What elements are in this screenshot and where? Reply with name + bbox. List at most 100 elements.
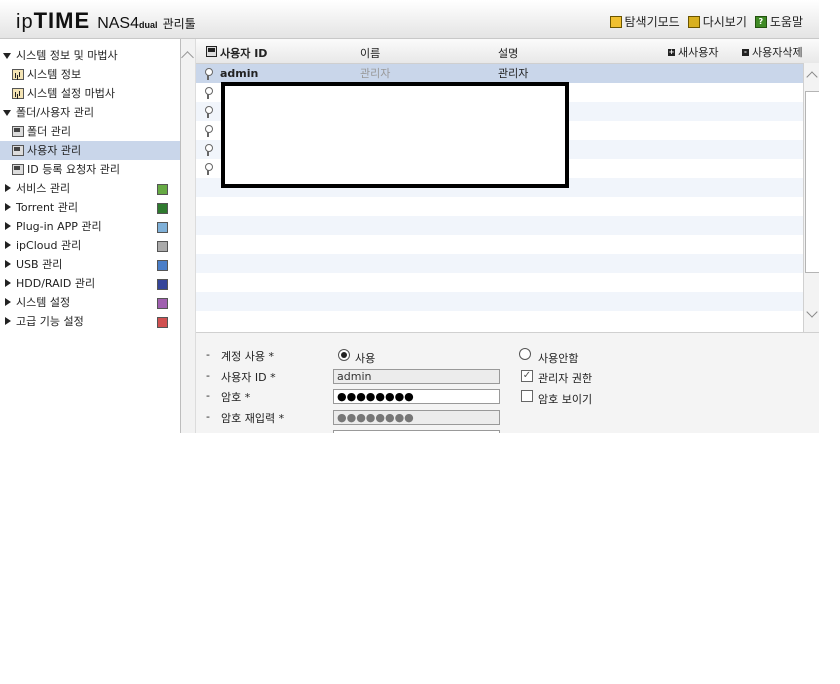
show-password-checkbox[interactable]	[521, 390, 533, 402]
cell-description: 관리자	[498, 67, 529, 80]
picture-icon	[206, 46, 217, 57]
chart-icon	[12, 88, 24, 99]
account-use-label: 계정 사용 *	[206, 348, 274, 364]
explorer-icon	[609, 15, 622, 28]
sidebar-item-folder-user[interactable]: 폴더/사용자 관리	[0, 103, 180, 122]
sidebar-item-label: 시스템 설정	[16, 296, 71, 309]
torrent-icon	[157, 203, 168, 214]
iptime-logo: ipTIME NAS4dual 관리툴	[16, 8, 196, 34]
logo-nas: NAS4	[97, 15, 139, 32]
admin-right-checkbox[interactable]: ✓	[521, 370, 533, 382]
hdd-icon	[157, 279, 168, 290]
sidebar-item-label: ipCloud 관리	[16, 239, 82, 252]
advanced-icon	[157, 317, 168, 328]
sidebar-item-label: 시스템 설정 마법사	[27, 87, 115, 100]
help-label: 도움말	[769, 15, 803, 29]
delete-user-button[interactable]: - 사용자삭제	[742, 44, 803, 60]
collapse-arrow-icon	[5, 222, 11, 230]
sidebar-item-label: 폴더/사용자 관리	[16, 106, 95, 119]
expand-arrow-icon	[3, 110, 11, 116]
help-icon: ?	[754, 15, 767, 28]
password-field[interactable]	[333, 389, 500, 404]
account-use-radio-on[interactable]	[338, 349, 350, 361]
show-password-label: 암호 보이기	[538, 393, 593, 406]
sidebar-item-system-settings[interactable]: 시스템 설정	[0, 293, 180, 312]
sidebar-item-user-manage[interactable]: 사용자 관리	[0, 141, 180, 160]
chart-icon	[12, 69, 24, 80]
logo-manager: 관리툴	[162, 17, 196, 31]
admin-right-label: 관리자 권한	[538, 372, 593, 385]
cell-name: 관리자	[360, 67, 391, 80]
header-links: 탐색기모드 다시보기 ? 도움말	[609, 13, 803, 30]
minus-icon: -	[742, 48, 749, 56]
chevron-up-icon	[181, 51, 194, 64]
redaction-box	[221, 82, 569, 188]
delete-user-label: 사용자삭제	[752, 46, 803, 59]
user-icon	[205, 163, 213, 175]
collapse-arrow-icon	[5, 203, 11, 211]
sidebar-item-service[interactable]: 서비스 관리	[0, 179, 180, 198]
user-id-field[interactable]	[333, 369, 500, 384]
plugin-icon	[157, 222, 168, 233]
sidebar-item-label: Plug-in APP 관리	[16, 220, 102, 233]
explorer-mode-label: 탐색기모드	[624, 15, 680, 29]
plus-icon: +	[668, 47, 675, 56]
user-icon	[205, 87, 213, 99]
sidebar-scrollbar[interactable]	[181, 39, 196, 433]
sidebar-item-id-requests[interactable]: ID 등록 요청자 관리	[0, 160, 180, 179]
sidebar-item-label: HDD/RAID 관리	[16, 277, 96, 290]
logo-time: TIME	[33, 8, 91, 33]
explorer-mode-link[interactable]: 탐색기모드	[609, 13, 680, 30]
account-use-radio-off[interactable]	[519, 348, 531, 360]
sidebar-item-ipcloud[interactable]: ipCloud 관리	[0, 236, 180, 255]
picture-icon	[12, 164, 24, 175]
sidebar-item-setup-wizard[interactable]: 시스템 설정 마법사	[0, 84, 180, 103]
collapse-arrow-icon	[5, 184, 11, 192]
refresh-label: 다시보기	[702, 15, 747, 29]
expand-arrow-icon	[3, 53, 11, 59]
table-row[interactable]: admin 관리자 관리자	[196, 64, 803, 83]
grid-header: 사용자 ID 이름 설명 + 새사용자 - 사용자삭제	[196, 39, 819, 64]
sidebar-item-label: 시스템 정보	[27, 68, 82, 81]
sidebar-item-torrent[interactable]: Torrent 관리	[0, 198, 180, 217]
next-field[interactable]	[333, 430, 500, 433]
collapse-arrow-icon	[5, 298, 11, 306]
column-header-description[interactable]: 설명	[498, 45, 518, 61]
sidebar-item-folder-manage[interactable]: 폴더 관리	[0, 122, 180, 141]
sidebar-item-label: 서비스 관리	[16, 182, 71, 195]
service-icon	[157, 184, 168, 195]
grid-scrollbar[interactable]	[803, 63, 819, 332]
cell-user-id: admin	[220, 67, 259, 80]
add-user-button[interactable]: + 새사용자	[668, 44, 718, 60]
settings-icon	[157, 298, 168, 309]
user-icon	[205, 106, 213, 118]
refresh-icon	[687, 15, 700, 28]
user-edit-form: 계정 사용 * 사용 사용안함 사용자 ID * ✓ 관리자 권한 암호 * 암…	[196, 332, 819, 433]
column-header-user-id[interactable]: 사용자 ID	[220, 45, 267, 61]
column-header-name[interactable]: 이름	[360, 45, 380, 61]
collapse-arrow-icon	[5, 241, 11, 249]
sidebar-item-label: ID 등록 요청자 관리	[27, 163, 121, 176]
sidebar-item-label: USB 관리	[16, 258, 63, 271]
add-user-label: 새사용자	[678, 46, 719, 59]
sidebar-item-hdd-raid[interactable]: HDD/RAID 관리	[0, 274, 180, 293]
sidebar-item-usb[interactable]: USB 관리	[0, 255, 180, 274]
password-confirm-label: 암호 재입력 *	[206, 410, 284, 426]
sidebar-item-system-info[interactable]: 시스템 정보	[0, 65, 180, 84]
logo-ip: ip	[16, 11, 34, 33]
password-confirm-field[interactable]	[333, 410, 500, 425]
chevron-down-icon[interactable]	[806, 306, 818, 318]
sidebar-item-system-info-wizard[interactable]: 시스템 정보 및 마법사	[0, 46, 180, 65]
table-row	[196, 311, 803, 330]
sidebar-tree: 시스템 정보 및 마법사 시스템 정보 시스템 설정 마법사 폴더/사용자 관리…	[0, 39, 181, 433]
help-link[interactable]: ? 도움말	[754, 13, 803, 30]
chevron-up-icon[interactable]	[806, 71, 818, 83]
sidebar-item-plugin[interactable]: Plug-in APP 관리	[0, 217, 180, 236]
scrollbar-thumb[interactable]	[805, 91, 819, 273]
user-icon	[205, 125, 213, 137]
table-row	[196, 197, 803, 216]
refresh-link[interactable]: 다시보기	[687, 13, 747, 30]
sidebar-item-advanced[interactable]: 고급 기능 설정	[0, 312, 180, 331]
collapse-arrow-icon	[5, 279, 11, 287]
account-use-off-label: 사용안함	[538, 352, 579, 365]
